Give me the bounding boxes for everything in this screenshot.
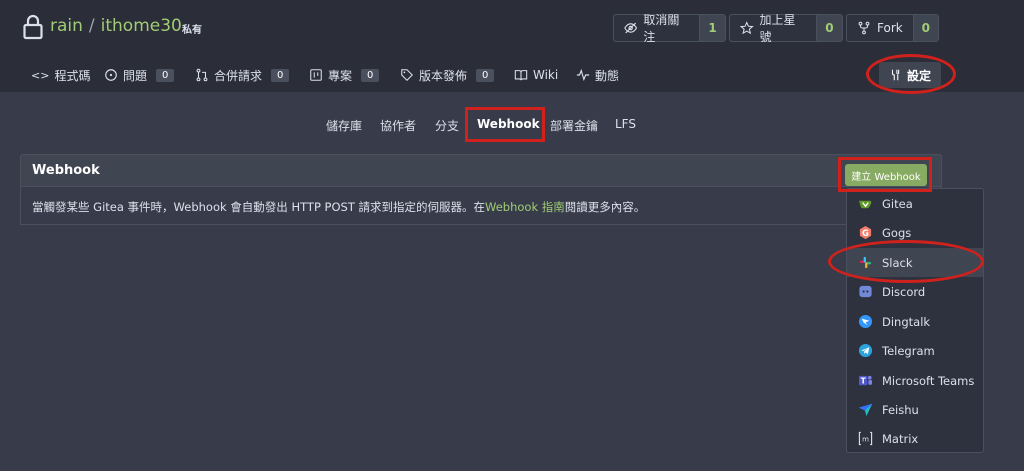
webhook-panel-body: 當觸發某些 Gitea 事件時，Webhook 會自動發出 HTTP POST …: [20, 187, 942, 225]
desc-suffix: 閱讀更多內容。: [564, 200, 646, 214]
star-button[interactable]: 加上星號 0: [729, 13, 843, 44]
fork-label: Fork: [877, 21, 903, 35]
dropdown-item-telegram[interactable]: Telegram: [847, 336, 983, 365]
webhook-panel-header: Webhook: [20, 154, 942, 187]
tab-issues[interactable]: 問題 0: [104, 60, 175, 90]
dropdown-label: Gogs: [882, 225, 912, 240]
subnav-repository[interactable]: 儲存庫: [326, 117, 362, 134]
pull-request-icon: [196, 68, 208, 82]
star-icon: [740, 21, 754, 35]
highlight-create-button-box: [838, 157, 932, 192]
tab-projects[interactable]: 專案 0: [309, 60, 380, 90]
subnav-deploy-keys[interactable]: 部署金鑰: [550, 117, 598, 134]
code-icon: <>: [31, 68, 50, 82]
star-count[interactable]: 0: [815, 15, 842, 41]
dropdown-item-msteams[interactable]: T Microsoft Teams: [847, 366, 983, 395]
panel-title: Webhook: [32, 163, 100, 178]
webhook-guide-link[interactable]: Webhook 指南: [485, 200, 565, 214]
dropdown-item-feishu[interactable]: Feishu: [847, 395, 983, 424]
highlight-webhook-tab-box: [465, 107, 545, 142]
tab-pulls-label: 合併請求: [214, 68, 263, 83]
feishu-icon: [858, 403, 873, 417]
tab-releases-label: 版本發佈: [419, 68, 468, 83]
star-label: 加上星號: [759, 13, 796, 44]
svg-text:T: T: [861, 376, 867, 385]
dingtalk-icon: [858, 314, 873, 329]
private-badge: 私有: [182, 25, 202, 36]
dropdown-item-dingtalk[interactable]: Dingtalk: [847, 307, 983, 336]
gitea-icon: [858, 200, 872, 209]
matrix-icon: m: [858, 431, 873, 446]
tab-releases[interactable]: 版本發佈 0: [400, 60, 495, 90]
dropdown-label: Discord: [882, 284, 926, 299]
eye-slash-icon: [624, 22, 638, 34]
project-icon: [310, 69, 322, 81]
dropdown-label: Microsoft Teams: [882, 373, 975, 388]
releases-count-badge: 0: [476, 68, 495, 82]
repo-title: rain / ithome30: [50, 16, 182, 36]
tab-pulls[interactable]: 合併請求 0: [195, 60, 290, 90]
issue-icon: [105, 69, 117, 81]
pulse-icon: [576, 68, 590, 82]
panel-description: 當觸發某些 Gitea 事件時，Webhook 會自動發出 HTTP POST …: [32, 199, 645, 215]
subnav-lfs[interactable]: LFS: [615, 117, 636, 131]
unwatch-label: 取消關注: [643, 13, 680, 44]
fork-button[interactable]: Fork 0: [846, 14, 939, 42]
subnav-collaborators[interactable]: 協作者: [380, 117, 416, 134]
repo-separator: /: [88, 16, 95, 36]
repo-name-link[interactable]: ithome30: [101, 16, 182, 36]
webhook-type-dropdown: Gitea G Gogs Slack Discord Dingtalk Tele…: [846, 188, 984, 453]
svg-text:G: G: [862, 228, 869, 238]
tab-code-label: 程式碼: [54, 68, 91, 83]
dropdown-label: Dingtalk: [882, 314, 931, 329]
dropdown-item-gitea[interactable]: Gitea: [847, 189, 983, 218]
tab-wiki[interactable]: Wiki: [514, 60, 558, 90]
dropdown-label: Feishu: [882, 402, 919, 417]
dropdown-item-matrix[interactable]: m Matrix: [847, 424, 983, 453]
issues-count-badge: 0: [156, 68, 175, 82]
dropdown-label: Matrix: [882, 431, 919, 446]
gogs-icon: G: [859, 225, 872, 240]
tab-issues-label: 問題: [123, 68, 148, 83]
projects-count-badge: 0: [361, 68, 380, 82]
subnav-branches[interactable]: 分支: [435, 117, 459, 134]
highlight-settings-ring: [866, 54, 956, 94]
discord-icon: [859, 285, 872, 298]
unwatch-button[interactable]: 取消關注 1: [613, 13, 726, 44]
lock-icon: [23, 14, 43, 40]
microsoft-teams-icon: T: [858, 375, 873, 385]
pulls-count-badge: 0: [271, 68, 290, 82]
desc-prefix: 當觸發某些 Gitea 事件時，Webhook 會自動發出 HTTP POST …: [32, 200, 486, 214]
tab-code[interactable]: <> 程式碼: [31, 60, 90, 90]
watch-count[interactable]: 1: [699, 15, 725, 41]
svg-text:m: m: [862, 434, 869, 443]
tab-activity[interactable]: 動態: [576, 60, 619, 90]
fork-icon: [858, 21, 870, 35]
tab-activity-label: 動態: [595, 68, 620, 83]
tab-wiki-label: Wiki: [533, 68, 559, 82]
book-icon: [514, 70, 528, 81]
dropdown-label: Gitea: [882, 196, 913, 211]
tag-icon: [401, 69, 413, 81]
highlight-slack-ring: [828, 240, 984, 283]
dropdown-label: Telegram: [882, 343, 935, 358]
fork-count[interactable]: 0: [912, 15, 938, 41]
tab-projects-label: 專案: [328, 68, 353, 83]
telegram-icon: [858, 343, 873, 358]
repo-owner-link[interactable]: rain: [50, 16, 83, 36]
